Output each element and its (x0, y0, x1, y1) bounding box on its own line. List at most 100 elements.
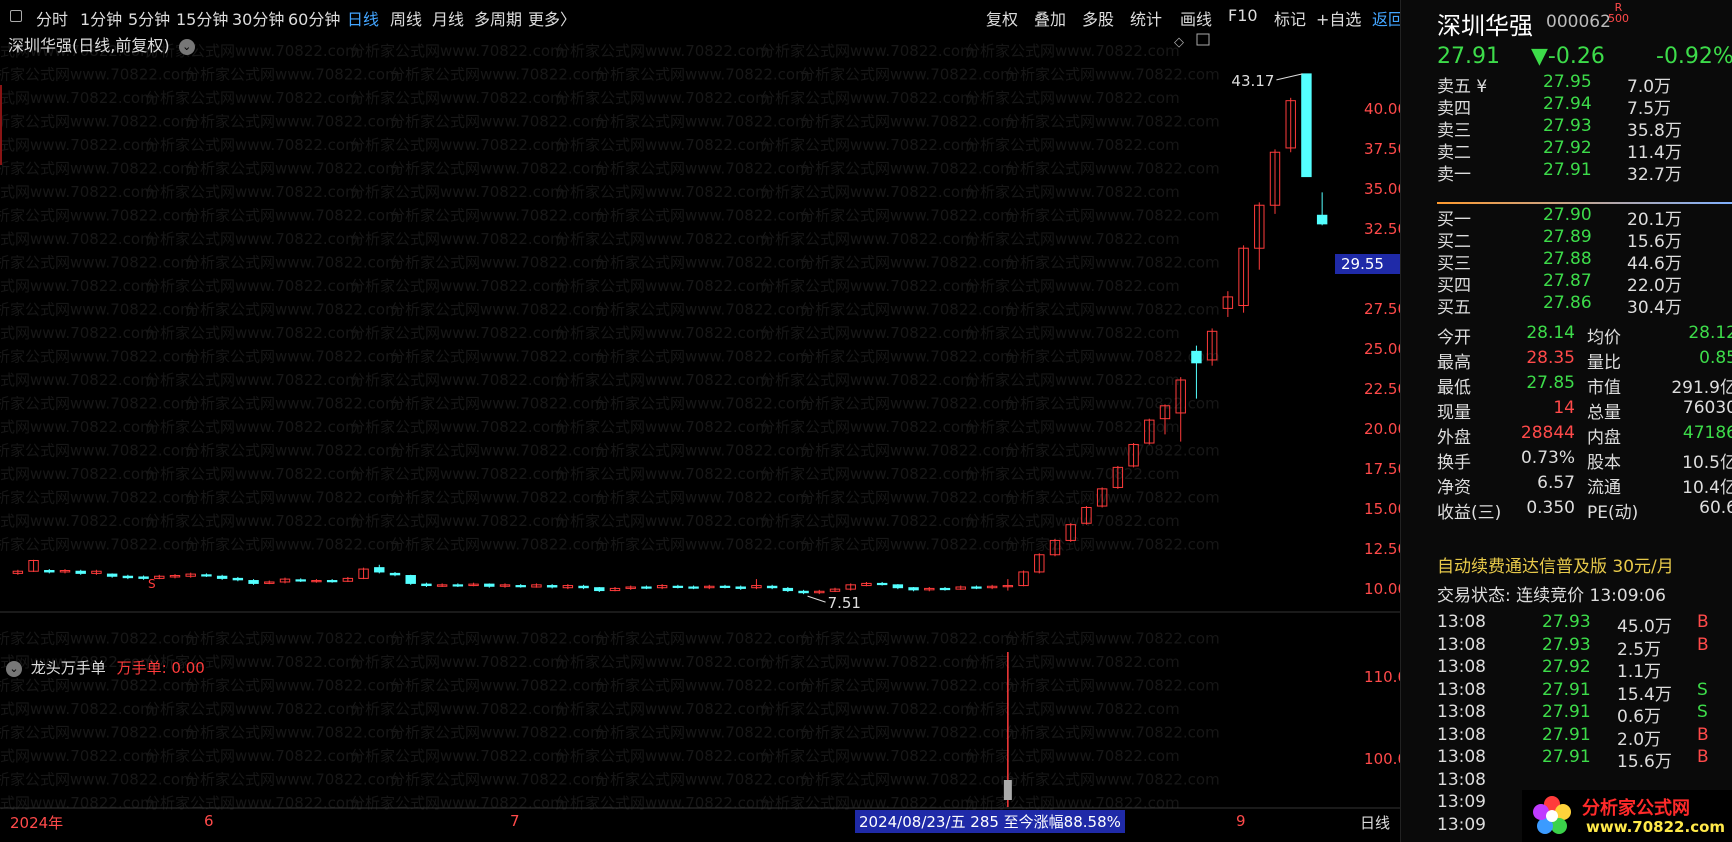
watermark-text: 分析家公式网www.70822.com (965, 465, 1180, 483)
bid-row[interactable]: 买三 27.88 44.6万 (1437, 249, 1732, 274)
watermark-text: 分析家公式网www.70822.com (965, 418, 1180, 436)
watermark-text: 分析家公式网www.70822.com (965, 136, 1180, 154)
watermark-text: 分析家公式网www.70822.com (185, 489, 400, 507)
sub-indicator-title: ⌄ 龙头万手单 万手单: 0.00 (6, 657, 205, 678)
period-tab-multi[interactable]: 多周期 (474, 6, 522, 30)
sub-indicator-marker (1003, 780, 1012, 800)
tick-time: 13:09 (1437, 792, 1486, 812)
tick-price: 27.91 (1542, 679, 1591, 700)
watermark-text: 分析家公式网www.70822.com (965, 747, 1180, 765)
adjust-button[interactable]: 复权 (986, 6, 1018, 30)
watermark-text: 分析家公式网www.70822.com (350, 277, 565, 295)
stat-value: 28.12 (1688, 323, 1732, 343)
period-tab-15min[interactable]: 15分钟 (176, 6, 228, 30)
watermark-text: 分析家公式网www.70822.com (595, 66, 810, 84)
watermark-text: 分析家公式网www.70822.com (0, 700, 155, 718)
candle-body (939, 587, 951, 591)
kline-chart[interactable]: 分析家公式网www.70822.com分析家公式网www.70822.com分析… (0, 32, 1425, 842)
watermark-text: 分析家公式网www.70822.com (1005, 771, 1220, 789)
period-label: 日线 (1360, 814, 1391, 832)
candle-body (452, 584, 464, 587)
watermark-text: 分析家公式网www.70822.com (0, 677, 195, 695)
chevron-down-icon[interactable]: ⌄ (6, 660, 22, 677)
watermark-text: 分析家公式网www.70822.com (145, 465, 360, 483)
watermark-text: 分析家公式网www.70822.com (800, 724, 1015, 742)
period-tab-weekly[interactable]: 周线 (390, 6, 422, 30)
watermark-text: 分析家公式网www.70822.com (145, 371, 360, 389)
stats-button[interactable]: 统计 (1130, 6, 1162, 30)
stat-value: 47186 (1682, 423, 1732, 443)
period-tab-more[interactable]: 更多〉 (528, 6, 576, 30)
watermark-text: 分析家公式网www.70822.com (0, 183, 155, 201)
watermark-text: 分析家公式网www.70822.com (0, 254, 195, 272)
watermark-text: 分析家公式网www.70822.com (185, 113, 400, 131)
high-arrow (1276, 73, 1303, 81)
tick-price: 27.91 (1542, 724, 1591, 745)
ask-row[interactable]: 卖二 27.92 11.4万 (1437, 138, 1732, 163)
candle-body (421, 583, 432, 587)
tick-time: 13:08 (1437, 724, 1486, 745)
candle-body (389, 572, 401, 576)
tick-vol: 45.0万 (1617, 617, 1672, 637)
watermark-text: 分析家公式网www.70822.com (0, 348, 195, 366)
stat-label: 量比 (1587, 353, 1621, 373)
stock-name: 深圳华强 (1437, 12, 1533, 40)
watermark-text: 分析家公式网www.70822.com (145, 700, 360, 718)
watermark-text: 分析家公式网www.70822.com (0, 630, 195, 648)
watermark-text: 分析家公式网www.70822.com (965, 700, 1180, 718)
period-tab-5min[interactable]: 5分钟 (128, 6, 170, 30)
ob-price: 27.90 (1543, 205, 1592, 225)
ask-row[interactable]: 卖三 27.93 35.8万 (1437, 116, 1732, 141)
watermark-text: 分析家公式网www.70822.com (800, 395, 1015, 413)
overlay-button[interactable]: 叠加 (1034, 6, 1066, 30)
ask-row[interactable]: 卖五 ¥27.95 7.0万 (1437, 72, 1732, 97)
period-tab-30min[interactable]: 30分钟 (232, 6, 284, 30)
watermark-text: 分析家公式网www.70822.com (1005, 395, 1220, 413)
bid-row[interactable]: 买五 27.86 30.4万 (1437, 293, 1732, 318)
subscription-promo[interactable]: 自动续费通达信普及版 30元/月 (1437, 552, 1674, 577)
watermark-text: 分析家公式网www.70822.com (185, 677, 400, 695)
watermark-text: 分析家公式网www.70822.com (760, 465, 975, 483)
high-price-label: 43.17 (1231, 72, 1274, 90)
f10-button[interactable]: F10 (1228, 6, 1258, 25)
period-tab-monthly[interactable]: 月线 (432, 6, 464, 30)
watermark-text: 分析家公式网www.70822.com (965, 371, 1180, 389)
watermark-text: 分析家公式网www.70822.com (1005, 489, 1220, 507)
period-tab-60min[interactable]: 60分钟 (288, 6, 340, 30)
stat-row: 最低 27.85 市值 291.9亿 (1437, 373, 1732, 398)
stat-value: 14 (1553, 398, 1575, 418)
window-icon[interactable] (10, 10, 22, 22)
draw-line-button[interactable]: 画线 (1180, 6, 1212, 30)
bid-row[interactable]: 买四 27.87 22.0万 (1437, 271, 1732, 296)
bid-row[interactable]: 买二 27.89 15.6万 (1437, 227, 1732, 252)
watermark-text: 分析家公式网www.70822.com (760, 42, 975, 60)
rating-badge: R 500 (1608, 2, 1629, 24)
kline-chart-area[interactable]: 分析家公式网www.70822.com分析家公式网www.70822.com分析… (0, 32, 1425, 842)
multi-stock-button[interactable]: 多股 (1082, 6, 1114, 30)
stat-label: 市值 (1587, 378, 1621, 398)
mark-button[interactable]: 标记 (1274, 6, 1306, 30)
ob-vol: 30.4万 (1627, 298, 1682, 318)
period-tab-intraday[interactable]: 分时 (36, 6, 68, 30)
watermark-text: 分析家公式网www.70822.com (555, 136, 770, 154)
tick-side: B (1697, 724, 1709, 745)
chevron-down-icon[interactable]: ⌄ (178, 38, 195, 55)
candle-body (782, 587, 794, 592)
watermark-text: 分析家公式网www.70822.com (390, 489, 605, 507)
stat-value: 10.4亿 (1682, 478, 1732, 498)
period-tab-1min[interactable]: 1分钟 (80, 6, 122, 30)
ask-row[interactable]: 卖四 27.94 7.5万 (1437, 94, 1732, 119)
tick-vol: 1.1万 (1617, 662, 1662, 682)
bid-row[interactable]: 买一 27.90 20.1万 (1437, 205, 1732, 230)
add-watchlist-button[interactable]: +自选 (1316, 6, 1361, 30)
price-change: ▼-0.26 (1531, 44, 1605, 69)
watermark-text: 分析家公式网www.70822.com (350, 89, 565, 107)
watermark-text: 分析家公式网www.70822.com (0, 771, 195, 789)
ask-row[interactable]: 卖一 27.91 32.7万 (1437, 160, 1732, 185)
watermark-text: 分析家公式网www.70822.com (595, 160, 810, 178)
site-logo: 分析家公式网 www.70822.com (1522, 790, 1732, 842)
period-tab-daily[interactable]: 日线 (347, 6, 379, 30)
watermark-text: 分析家公式网www.70822.com (145, 794, 360, 812)
watermark-text: 分析家公式网www.70822.com (760, 277, 975, 295)
watermark-text: 分析家公式网www.70822.com (800, 348, 1015, 366)
